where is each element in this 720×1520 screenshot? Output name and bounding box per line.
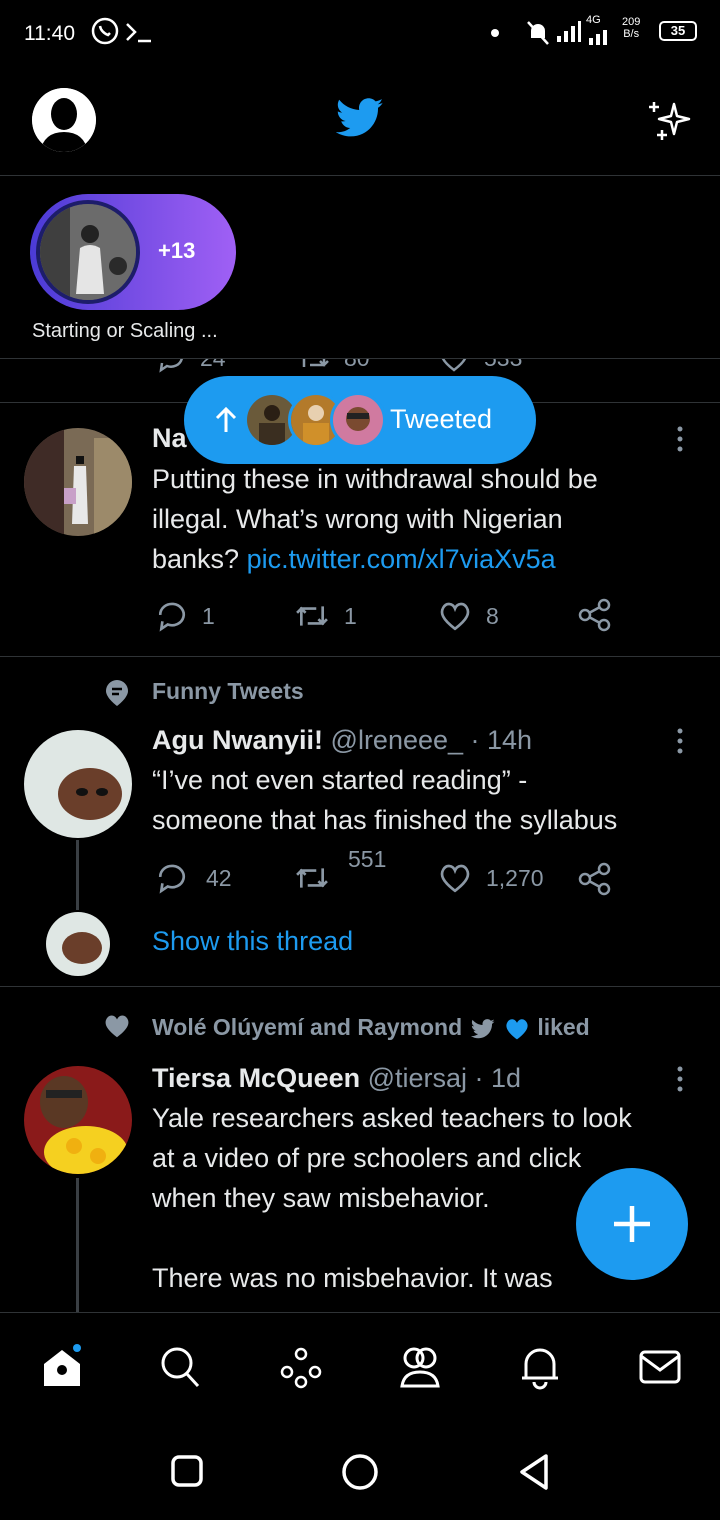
compose-plus-icon [614,1206,650,1242]
network-speed: 209 B/s [622,16,640,40]
compose-tweet-button[interactable] [576,1168,688,1280]
tweet-line: at a video of pre schoolers and click [152,1143,582,1173]
speed-value: 209 [622,16,641,28]
show-thread-link[interactable]: Show this thread [152,926,353,957]
whatsapp-icon [90,16,120,46]
retweet-count: 1 [344,602,357,629]
author-name: Na [152,423,187,453]
author-name[interactable]: Agu Nwanyii! [152,725,323,755]
thread-line [76,840,79,910]
sparkle-icon[interactable] [646,96,694,144]
retweet-count: 551 [348,846,387,872]
mail-icon[interactable] [638,1344,682,1390]
tweet-author-name: Na [152,418,187,458]
heart-filled-icon [105,1015,129,1038]
liked-context[interactable]: Wolé Olúyemí and Raymond liked [152,1014,590,1042]
author-handle: @tiersaj · 1d [367,1063,522,1093]
tweet-line: banks? pic.twitter.com/xl7viaXv5a [152,539,598,579]
signal-4g-icon [588,26,612,46]
tweet-body: Putting these in withdrawal should be il… [152,459,598,579]
divider [0,656,720,657]
bottom-navigation [0,1312,720,1420]
liked-label: liked [537,1014,590,1040]
tweet-line: Yale researchers asked teachers to look [152,1103,632,1133]
speed-unit: B/s [623,28,640,40]
spaces-icon[interactable] [278,1344,324,1390]
author-name[interactable]: Tiersa McQueen [152,1063,360,1093]
communities-icon[interactable] [396,1344,444,1390]
retweet-action[interactable] [294,862,330,894]
dot-icon [490,28,500,38]
reply-count: 1 [202,602,215,629]
thread-avatar [46,912,110,976]
liked-by-names: Wolé Olúyemí and Raymond [152,1014,463,1040]
terminal-icon [124,20,154,44]
tweet-line: There was no misbehavior. It was [152,1263,553,1293]
share-icon[interactable] [578,862,612,896]
tweet-text: banks? [152,544,247,574]
tweet-line: Putting these in withdrawal should be [152,464,598,494]
twitter-bird-icon [470,1019,495,1039]
like-count: 1,270 [486,864,544,891]
battery-indicator: 35 [659,21,697,41]
tweet-avatar[interactable] [24,1066,132,1174]
tweet-line: when they saw misbehavior. [152,1183,490,1213]
tweet-line: “I’ve not even started reading” - [152,765,528,795]
tweeted-label: Tweeted [390,404,493,434]
twitter-bird-icon[interactable] [336,98,384,138]
retweet-action[interactable]: 1 [294,600,357,632]
reply-count: 24 [200,359,226,372]
blue-heart-icon [506,1019,528,1040]
search-icon[interactable] [158,1344,202,1390]
topic-context[interactable]: Funny Tweets [152,678,304,705]
author-handle: @lreneee_ · 14h [330,725,533,755]
status-time: 11:40 [24,22,75,45]
arrow-up-icon [215,406,237,432]
more-options-icon[interactable] [670,1064,690,1094]
recent-apps-icon[interactable] [170,1454,204,1488]
status-bar: 11:40 4G 209 B/s 35 [0,0,720,66]
tweet-line: someone that has finished the syllabus [152,805,618,835]
tweet-line: illegal. What’s wrong with Nigerian [152,504,563,534]
like-action[interactable]: 533 [438,359,522,373]
more-options-icon[interactable] [670,424,690,454]
reply-action[interactable]: 1 [156,600,215,632]
reply-count: 42 [206,864,232,891]
tweet-avatar[interactable] [24,428,132,536]
tweet-header: Agu Nwanyii! @lreneee_ · 14h [152,720,532,760]
more-options-icon[interactable] [670,726,690,756]
like-action[interactable]: 8 [438,600,499,632]
bell-icon[interactable] [518,1344,562,1390]
tweet-body: Yale researchers asked teachers to look … [152,1098,632,1298]
divider [0,986,720,987]
tweet-header: Tiersa McQueen @tiersaj · 1d [152,1058,521,1098]
tweet-link[interactable]: pic.twitter.com/xl7viaXv5a [247,544,556,574]
reply-action[interactable]: 42 [156,862,232,894]
mute-bell-icon [526,20,550,46]
share-icon[interactable] [578,598,612,632]
reply-action[interactable]: 24 [156,359,226,373]
like-action[interactable]: 1,270 [438,862,544,894]
thread-line [76,1178,79,1312]
home-icon[interactable] [40,1344,84,1390]
fleet-avatar[interactable] [36,200,140,304]
fleet-more-count: +13 [158,238,196,263]
network-type: 4G [586,14,601,26]
profile-avatar[interactable] [32,88,96,152]
like-count: 8 [486,602,499,629]
topic-icon [106,680,128,706]
retweet-count: 80 [344,359,370,372]
retweet-action[interactable]: 80 [298,359,370,373]
fleet-label: Starting or Scaling ... [32,320,218,342]
home-button-icon[interactable] [340,1452,380,1492]
back-icon[interactable] [516,1452,552,1492]
like-count: 533 [484,359,522,372]
tweet-body: “I’ve not even started reading” - someon… [152,760,617,840]
mini-avatar [330,392,386,448]
signal-icon [556,20,582,44]
tweet-avatar[interactable] [24,730,132,838]
